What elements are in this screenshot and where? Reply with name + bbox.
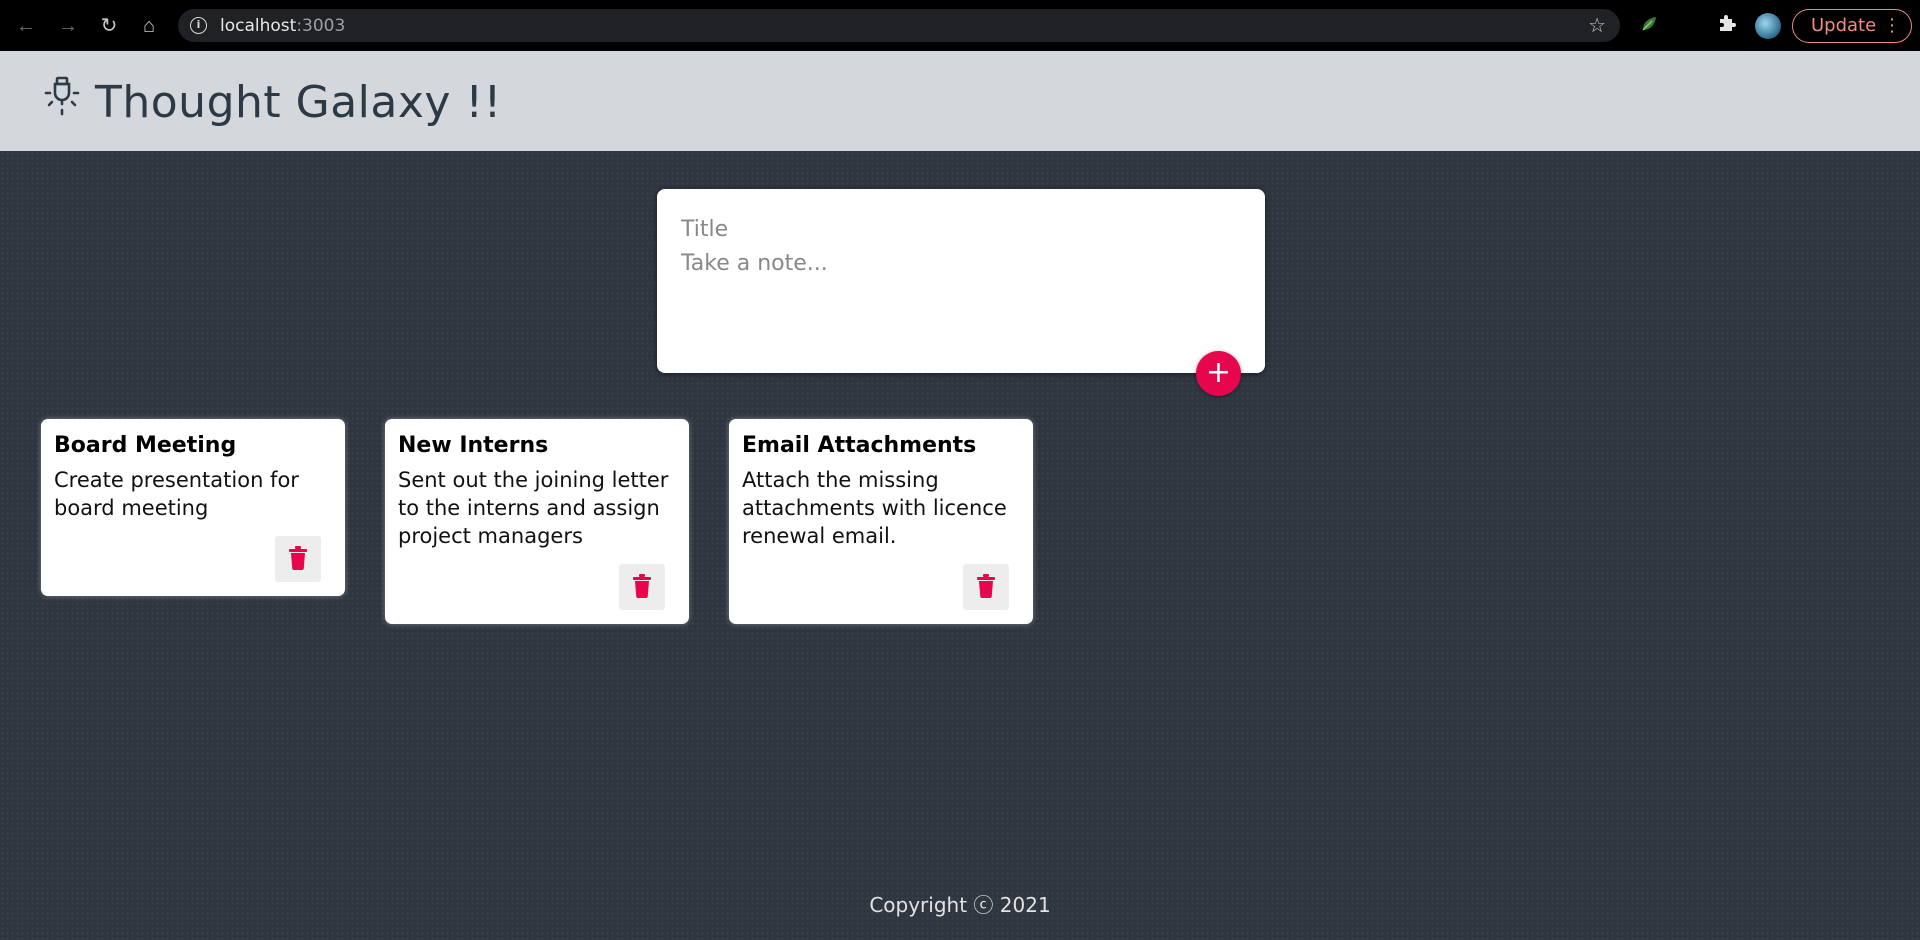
note-title: New Interns (398, 433, 549, 458)
add-note-button[interactable]: + (1196, 351, 1241, 396)
note-content: Create presentation for board meeting (54, 468, 299, 520)
note-card: New Interns Sent out the joining letter … (385, 419, 689, 624)
note-card: Email Attachments Attach the missing att… (729, 419, 1033, 624)
reload-icon[interactable]: ↻ (95, 12, 123, 40)
profile-avatar[interactable] (1755, 13, 1781, 39)
trash-icon (977, 574, 995, 598)
home-icon[interactable]: ⌂ (135, 12, 163, 40)
address-bar[interactable]: i localhost:3003 ☆ (178, 9, 1620, 42)
app-title: Thought Galaxy !! (95, 77, 502, 128)
url-port: :3003 (296, 16, 346, 36)
plus-icon: + (1205, 355, 1232, 390)
forward-icon[interactable]: → (54, 12, 82, 40)
info-icon[interactable]: i (190, 17, 207, 34)
browser-toolbar: ← → ↻ ⌂ i localhost:3003 ☆ Update ⋮ (0, 0, 1920, 51)
star-icon[interactable]: ☆ (1588, 13, 1606, 38)
note-title-input[interactable] (681, 213, 1241, 245)
puzzle-icon[interactable] (1716, 12, 1738, 40)
trash-icon (633, 574, 651, 598)
back-icon[interactable]: ← (12, 12, 40, 40)
note-content: Attach the missing attachments with lice… (742, 468, 1007, 548)
note-content-input[interactable] (681, 251, 1241, 351)
delete-note-button[interactable] (619, 564, 665, 610)
delete-note-button[interactable] (275, 536, 321, 582)
url-text[interactable]: localhost:3003 (220, 16, 345, 36)
note-title: Board Meeting (54, 433, 237, 458)
note-card: Board Meeting Create presentation for bo… (41, 419, 345, 596)
main-area: + Board Meeting Create presentation for … (0, 151, 1920, 940)
menu-dots-icon[interactable]: ⋮ (1883, 10, 1901, 41)
trash-icon (289, 546, 307, 570)
lightbulb-icon (44, 76, 80, 116)
create-note-form (657, 189, 1265, 373)
app-header: Thought Galaxy !! (0, 51, 1920, 151)
update-label: Update (1811, 15, 1877, 36)
update-button[interactable]: Update ⋮ (1792, 9, 1912, 43)
extension-leaf-icon[interactable] (1640, 15, 1658, 33)
note-content: Sent out the joining letter to the inter… (398, 468, 669, 548)
delete-note-button[interactable] (963, 564, 1009, 610)
note-title: Email Attachments (742, 433, 977, 458)
url-host: localhost (220, 16, 297, 36)
footer-copyright: Copyright ⓒ 2021 (869, 893, 1051, 917)
